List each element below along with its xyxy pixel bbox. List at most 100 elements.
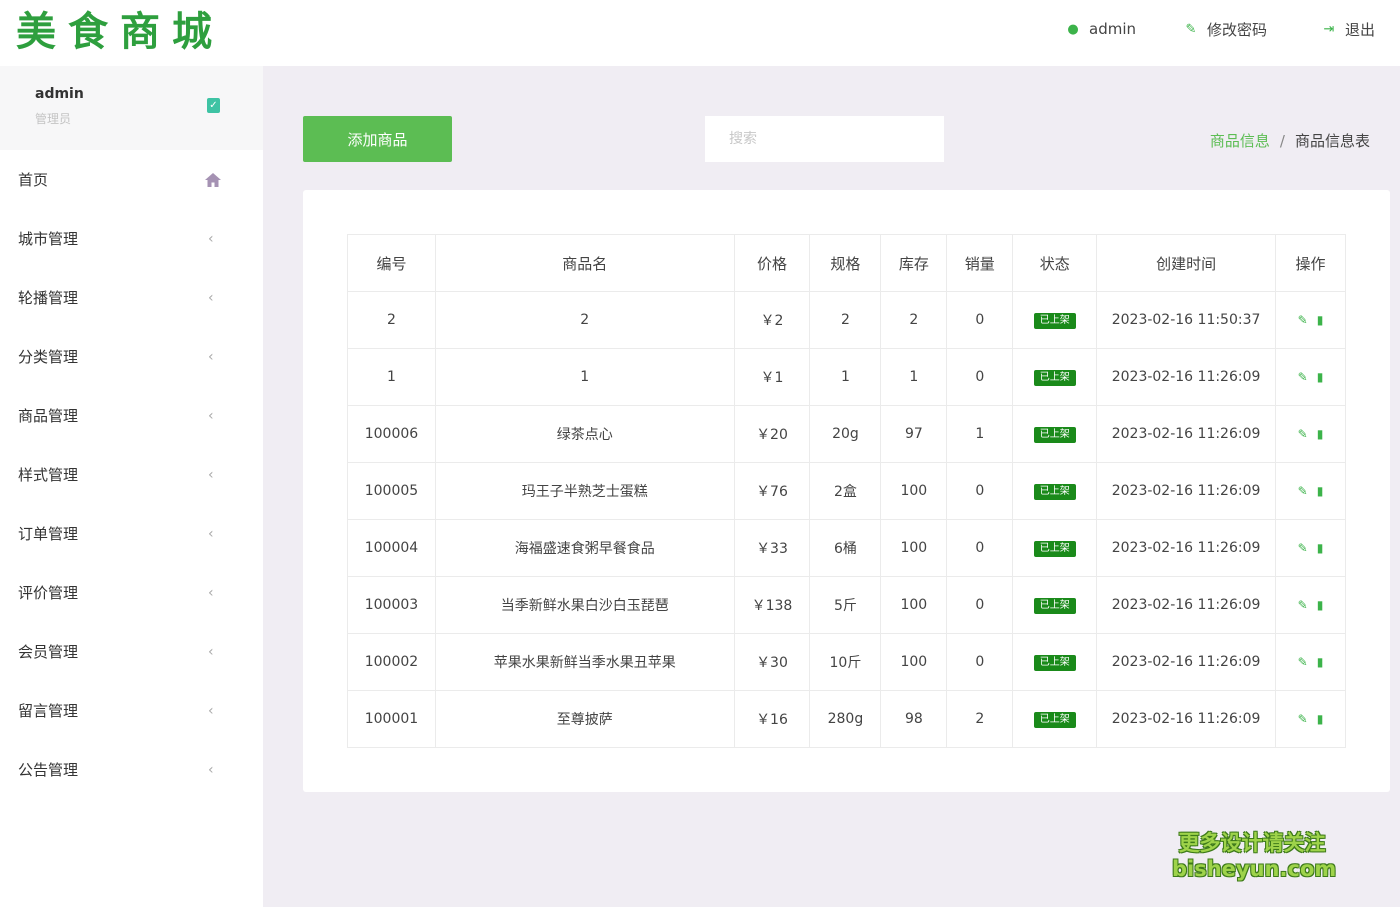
cell-spec: 280g <box>810 691 881 748</box>
cell-stock: 1 <box>881 349 947 406</box>
cell-spec: 1 <box>810 349 881 406</box>
logout-label: 退出 <box>1345 19 1375 40</box>
watermark-line2: bisheyun.com <box>1172 856 1332 882</box>
cell-created: 2023-02-16 11:26:09 <box>1097 406 1276 463</box>
cell-actions: ✎▮ <box>1275 349 1345 406</box>
cell-spec: 2盒 <box>810 463 881 520</box>
sidebar-item-label: 样式管理 <box>18 464 78 485</box>
cell-name: 至尊披萨 <box>435 691 734 748</box>
sidebar-item-notices[interactable]: 公告管理 ‹ <box>0 740 263 799</box>
search-input[interactable] <box>705 116 944 162</box>
edit-icon[interactable]: ✎ <box>1298 428 1308 440</box>
edit-icon[interactable]: ✎ <box>1298 314 1308 326</box>
edit-icon[interactable]: ✎ <box>1298 713 1308 725</box>
delete-icon[interactable]: ▮ <box>1317 428 1324 440</box>
cell-created: 2023-02-16 11:26:09 <box>1097 349 1276 406</box>
delete-icon[interactable]: ▮ <box>1317 656 1324 668</box>
delete-icon[interactable]: ▮ <box>1317 371 1324 383</box>
cell-actions: ✎▮ <box>1275 463 1345 520</box>
cell-actions: ✎▮ <box>1275 292 1345 349</box>
cell-stock: 100 <box>881 463 947 520</box>
sidebar-item-carousel[interactable]: 轮播管理 ‹ <box>0 268 263 327</box>
edit-icon[interactable]: ✎ <box>1298 656 1308 668</box>
cell-status: 已上架 <box>1013 463 1097 520</box>
delete-icon[interactable]: ▮ <box>1317 485 1324 497</box>
delete-icon[interactable]: ▮ <box>1317 599 1324 611</box>
cell-name: 1 <box>435 349 734 406</box>
cell-price: ￥1 <box>734 349 810 406</box>
cell-actions: ✎▮ <box>1275 577 1345 634</box>
cell-price: ￥2 <box>734 292 810 349</box>
sidebar-item-label: 分类管理 <box>18 346 78 367</box>
sidebar-item-reviews[interactable]: 评价管理 ‹ <box>0 563 263 622</box>
sidebar-item-orders[interactable]: 订单管理 ‹ <box>0 504 263 563</box>
cell-actions: ✎▮ <box>1275 634 1345 691</box>
cell-id: 1 <box>348 349 436 406</box>
chevron-left-icon: ‹ <box>208 467 214 483</box>
cell-name: 绿茶点心 <box>435 406 734 463</box>
cell-status: 已上架 <box>1013 577 1097 634</box>
column-header: 库存 <box>881 235 947 292</box>
cell-price: ￥30 <box>734 634 810 691</box>
cell-id: 100002 <box>348 634 436 691</box>
header-user[interactable]: ● admin <box>1066 18 1136 40</box>
sidebar-item-messages[interactable]: 留言管理 ‹ <box>0 681 263 740</box>
edit-icon[interactable]: ✎ <box>1298 542 1308 554</box>
sidebar-user-role: 管理员 <box>35 110 71 127</box>
change-password-label: 修改密码 <box>1207 19 1267 40</box>
sidebar-item-label: 城市管理 <box>18 228 78 249</box>
delete-icon[interactable]: ▮ <box>1317 713 1324 725</box>
sidebar-item-category[interactable]: 分类管理 ‹ <box>0 327 263 386</box>
table-row: 100001 至尊披萨 ￥16 280g 98 2 已上架 2023-02-16… <box>348 691 1346 748</box>
sidebar-item-style[interactable]: 样式管理 ‹ <box>0 445 263 504</box>
table-row: 100005 玛王子半熟芝士蛋糕 ￥76 2盒 100 0 已上架 2023-0… <box>348 463 1346 520</box>
cell-stock: 97 <box>881 406 947 463</box>
cell-status: 已上架 <box>1013 406 1097 463</box>
column-header: 规格 <box>810 235 881 292</box>
sidebar-item-city[interactable]: 城市管理 ‹ <box>0 209 263 268</box>
cell-spec: 5斤 <box>810 577 881 634</box>
edit-icon[interactable]: ✎ <box>1298 599 1308 611</box>
sidebar-item-members[interactable]: 会员管理 ‹ <box>0 622 263 681</box>
sidebar-item-label: 轮播管理 <box>18 287 78 308</box>
cell-created: 2023-02-16 11:50:37 <box>1097 292 1276 349</box>
cell-actions: ✎▮ <box>1275 691 1345 748</box>
user-icon: ● <box>1066 22 1080 37</box>
cell-status: 已上架 <box>1013 292 1097 349</box>
user-info: admin 管理员 ✓ <box>0 66 263 150</box>
add-goods-button[interactable]: 添加商品 <box>303 116 452 162</box>
delete-icon[interactable]: ▮ <box>1317 314 1324 326</box>
site-logo[interactable]: 美食商城 <box>16 8 224 56</box>
edit-icon[interactable]: ✎ <box>1298 485 1308 497</box>
edit-icon[interactable]: ✎ <box>1298 371 1308 383</box>
status-badge: 已上架 <box>1034 484 1076 500</box>
table-header-row: 编号 商品名 价格 规格 库存 销量 状态 创建时间 操作 <box>348 235 1346 292</box>
cell-actions: ✎▮ <box>1275 406 1345 463</box>
cell-sales: 2 <box>947 691 1013 748</box>
column-header: 销量 <box>947 235 1013 292</box>
cell-sales: 0 <box>947 463 1013 520</box>
column-header: 编号 <box>348 235 436 292</box>
cell-spec: 10斤 <box>810 634 881 691</box>
cell-id: 100005 <box>348 463 436 520</box>
chevron-left-icon: ‹ <box>208 762 214 778</box>
chevron-left-icon: ‹ <box>208 349 214 365</box>
change-password-link[interactable]: ✎ 修改密码 <box>1184 18 1267 40</box>
cell-name: 玛王子半熟芝士蛋糕 <box>435 463 734 520</box>
delete-icon[interactable]: ▮ <box>1317 542 1324 554</box>
cell-spec: 2 <box>810 292 881 349</box>
top-header: 美食商城 ● admin ✎ 修改密码 ⇥ 退出 <box>0 0 1400 66</box>
sidebar-item-goods[interactable]: 商品管理 ‹ <box>0 386 263 445</box>
breadcrumb-parent-link[interactable]: 商品信息 <box>1210 130 1270 151</box>
chevron-left-icon: ‹ <box>208 644 214 660</box>
verified-badge-icon: ✓ <box>207 98 220 113</box>
cell-created: 2023-02-16 11:26:09 <box>1097 463 1276 520</box>
chevron-left-icon: ‹ <box>208 585 214 601</box>
sidebar: admin 管理员 ✓ 首页 城市管理 ‹ 轮播管理 ‹ 分类管理 ‹ 商品管理… <box>0 66 263 907</box>
logout-link[interactable]: ⇥ 退出 <box>1322 18 1375 40</box>
chevron-left-icon: ‹ <box>208 231 214 247</box>
chevron-left-icon: ‹ <box>208 526 214 542</box>
cell-created: 2023-02-16 11:26:09 <box>1097 520 1276 577</box>
sidebar-item-label: 评价管理 <box>18 582 78 603</box>
sidebar-item-home[interactable]: 首页 <box>0 150 263 209</box>
